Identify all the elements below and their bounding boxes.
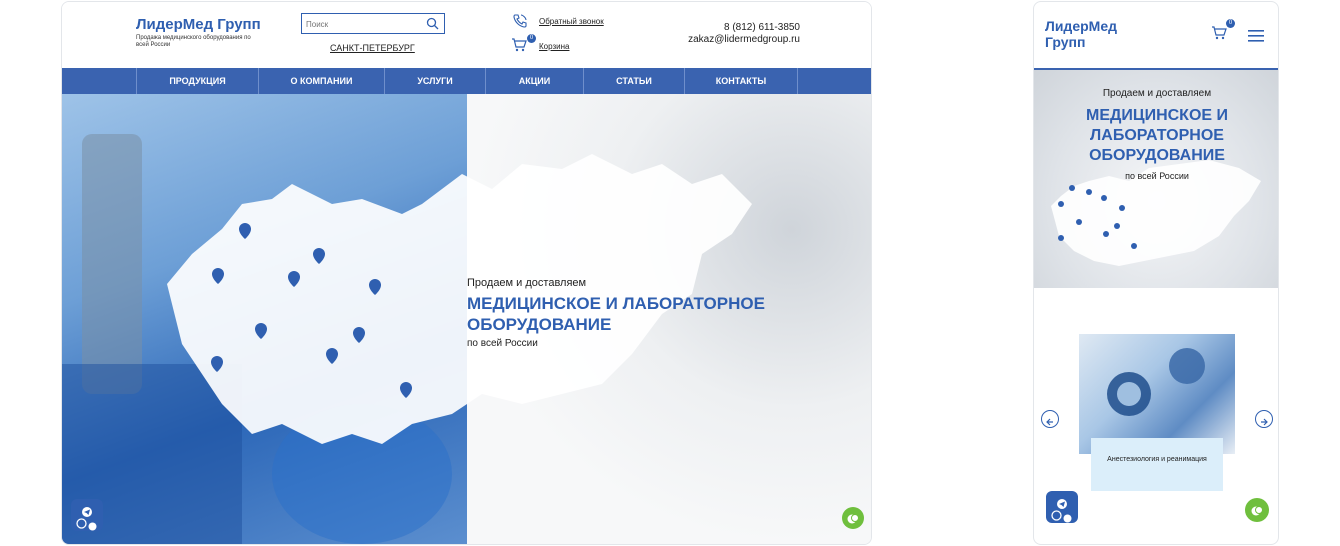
carousel-next-button[interactable] xyxy=(1255,410,1273,428)
search-icon[interactable] xyxy=(426,17,439,35)
category-card-image[interactable] xyxy=(1079,334,1235,454)
mobile-cart-icon[interactable] xyxy=(1211,26,1227,45)
hero-headline: МЕДИЦИНСКОЕ И ЛАБОРАТОРНОЕ ОБОРУДОВАНИЕ xyxy=(467,294,765,334)
nav-item-promotions[interactable]: АКЦИИ xyxy=(485,68,583,94)
header: ЛидерМед Групп Продажа медицинского обор… xyxy=(62,2,871,68)
category-card-title: Анестезиология и реанимация xyxy=(1107,456,1207,463)
cart-icon[interactable] xyxy=(511,38,527,57)
carousel-prev-button[interactable] xyxy=(1041,410,1059,428)
arrow-right-icon xyxy=(1259,414,1269,432)
phone-icon xyxy=(512,13,528,34)
hero-subline: по всей России xyxy=(467,338,538,349)
mobile-online-chat-button[interactable] xyxy=(1245,498,1269,522)
cart-link[interactable]: Корзина xyxy=(539,42,569,51)
cart-count-badge: 0 xyxy=(527,34,536,43)
logo-subtitle: Продажа медицинского оборудования по все… xyxy=(136,35,251,48)
nav-item-services[interactable]: УСЛУГИ xyxy=(384,68,485,94)
chat-icon xyxy=(1251,504,1263,522)
chat-icon xyxy=(847,512,859,530)
mobile-logo[interactable]: ЛидерМед Групп xyxy=(1045,18,1145,50)
mobile-view: ЛидерМед Групп 0 Продаем и доставляем МЕ… xyxy=(1033,1,1279,545)
chat-bubble-icon xyxy=(1063,510,1072,528)
city-selector[interactable]: САНКТ-ПЕТЕРБУРГ xyxy=(330,43,415,53)
phone-number[interactable]: 8 (812) 611-3850 xyxy=(724,22,800,33)
search-input[interactable] xyxy=(302,15,414,34)
nav-item-contacts[interactable]: КОНТАКТЫ xyxy=(684,68,798,94)
mobile-hero-subline: по всей России xyxy=(1125,171,1189,181)
mobile-hero-banner: Продаем и доставляем МЕДИЦИНСКОЕ И ЛАБОР… xyxy=(1034,70,1278,288)
whatsapp-icon xyxy=(1051,508,1062,526)
logo[interactable]: ЛидерМед Групп xyxy=(136,16,261,33)
hero-banner: Продаем и доставляем МЕДИЦИНСКОЕ И ЛАБОР… xyxy=(62,94,871,544)
online-chat-button[interactable] xyxy=(842,507,864,529)
email-address[interactable]: zakaz@lidermedgroup.ru xyxy=(688,34,800,45)
nav-item-products[interactable]: ПРОДУКЦИЯ xyxy=(136,68,258,94)
whatsapp-icon xyxy=(76,516,87,534)
messenger-button[interactable] xyxy=(71,499,103,531)
category-card[interactable]: Анестезиология и реанимация xyxy=(1091,438,1223,491)
nav-item-about[interactable]: О КОМПАНИИ xyxy=(258,68,384,94)
mobile-messenger-button[interactable] xyxy=(1046,491,1078,523)
chat-bubble-icon xyxy=(88,518,97,536)
mobile-cart-badge: 0 xyxy=(1226,19,1235,28)
main-nav: ПРОДУКЦИЯ О КОМПАНИИ УСЛУГИ АКЦИИ СТАТЬИ… xyxy=(62,68,871,94)
hamburger-menu-icon[interactable] xyxy=(1248,29,1264,47)
hero-lead: Продаем и доставляем xyxy=(467,277,587,289)
desktop-view: ЛидерМед Групп Продажа медицинского обор… xyxy=(61,1,872,545)
callback-link[interactable]: Обратный звонок xyxy=(539,17,604,26)
mobile-hero-headline: МЕДИЦИНСКОЕ И ЛАБОРАТОРНОЕ ОБОРУДОВАНИЕ xyxy=(1085,107,1229,164)
nav-item-articles[interactable]: СТАТЬИ xyxy=(583,68,684,94)
arrow-left-icon xyxy=(1045,414,1055,432)
search-box xyxy=(301,13,445,34)
mobile-hero-lead: Продаем и доставляем xyxy=(1102,88,1212,99)
